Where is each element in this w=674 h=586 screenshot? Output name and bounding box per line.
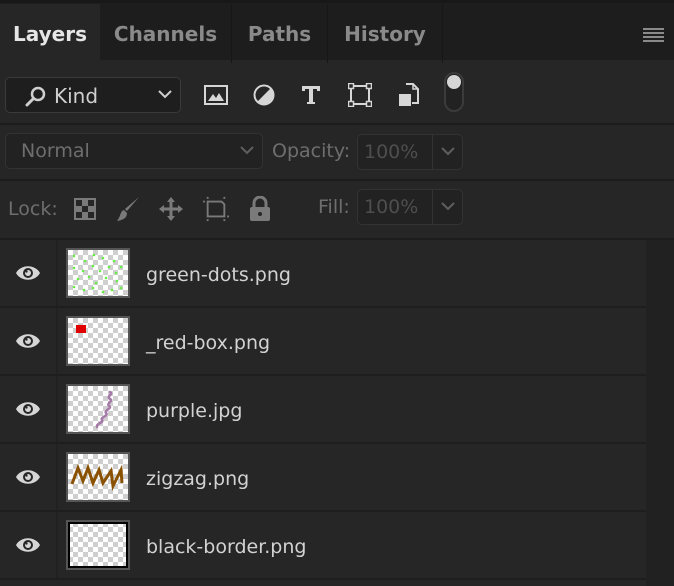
eye-icon bbox=[16, 334, 40, 348]
panel-menu-icon[interactable] bbox=[643, 28, 664, 44]
visibility-toggle[interactable] bbox=[0, 376, 58, 442]
fill-label: Fill: bbox=[318, 196, 350, 218]
lock-position-icon[interactable] bbox=[158, 196, 184, 222]
smart-object-filter-icon[interactable] bbox=[396, 82, 422, 108]
layer-row[interactable]: black-border.png bbox=[0, 512, 646, 580]
filter-kind-select[interactable]: Kind bbox=[5, 77, 181, 113]
eye-icon bbox=[16, 402, 40, 416]
image-filter-icon[interactable] bbox=[203, 82, 229, 108]
opacity-field[interactable]: 100% bbox=[357, 134, 463, 170]
divider bbox=[432, 190, 433, 224]
chevron-down-icon[interactable] bbox=[441, 145, 455, 157]
layers-list: green-dots.png _red-box.png purple.jpg z… bbox=[0, 240, 646, 580]
chevron-down-icon bbox=[240, 146, 254, 155]
lock-artboard-icon[interactable] bbox=[203, 196, 229, 222]
layer-row[interactable]: purple.jpg bbox=[0, 376, 646, 444]
fill-value: 100% bbox=[364, 196, 419, 218]
layer-name[interactable]: purple.jpg bbox=[146, 400, 242, 422]
lock-all-icon[interactable] bbox=[247, 196, 273, 222]
layer-name[interactable]: zigzag.png bbox=[146, 468, 249, 490]
blend-mode-value: Normal bbox=[21, 140, 90, 162]
chevron-down-icon[interactable] bbox=[441, 200, 455, 212]
layer-thumbnail bbox=[66, 520, 130, 570]
tab-paths[interactable]: Paths bbox=[232, 4, 328, 63]
lock-row: Lock: Fill: 100% bbox=[0, 181, 674, 240]
divider bbox=[432, 135, 433, 169]
fill-field[interactable]: 100% bbox=[357, 189, 463, 225]
adjustment-filter-icon[interactable] bbox=[251, 82, 277, 108]
search-icon bbox=[25, 86, 46, 107]
layer-thumbnail bbox=[66, 316, 130, 366]
filter-kind-label: Kind bbox=[54, 84, 99, 108]
blend-mode-select[interactable]: Normal bbox=[5, 133, 263, 169]
layer-name[interactable]: green-dots.png bbox=[146, 264, 291, 286]
visibility-toggle[interactable] bbox=[0, 444, 58, 510]
shape-filter-icon[interactable] bbox=[347, 82, 373, 108]
opacity-value: 100% bbox=[364, 141, 419, 163]
filter-row: Kind bbox=[0, 60, 674, 125]
layer-name[interactable]: _red-box.png bbox=[146, 332, 270, 354]
tab-channels[interactable]: Channels bbox=[100, 4, 232, 63]
visibility-toggle[interactable] bbox=[0, 512, 58, 578]
layer-thumbnail bbox=[66, 248, 130, 298]
visibility-toggle[interactable] bbox=[0, 308, 58, 374]
eye-icon bbox=[16, 266, 40, 280]
lock-label: Lock: bbox=[8, 198, 58, 220]
eye-icon bbox=[16, 470, 40, 484]
tab-history[interactable]: History bbox=[328, 4, 443, 63]
blend-row: Normal Opacity: 100% bbox=[0, 125, 674, 181]
layer-row[interactable]: zigzag.png bbox=[0, 444, 646, 512]
layer-thumbnail bbox=[66, 384, 130, 434]
layer-name[interactable]: black-border.png bbox=[146, 536, 306, 558]
opacity-label: Opacity: bbox=[272, 140, 351, 162]
chevron-down-icon bbox=[158, 90, 172, 99]
tab-layers[interactable]: Layers bbox=[0, 4, 100, 63]
panel-tab-bar: Layers Channels Paths History bbox=[0, 0, 674, 63]
eye-icon bbox=[16, 538, 40, 552]
layers-scrollbar[interactable] bbox=[646, 240, 674, 586]
layer-thumbnail bbox=[66, 452, 130, 502]
type-filter-icon[interactable] bbox=[298, 82, 324, 108]
filter-toggle[interactable] bbox=[444, 72, 464, 112]
visibility-toggle[interactable] bbox=[0, 240, 58, 306]
toggle-knob bbox=[447, 75, 461, 89]
lock-transparency-icon[interactable] bbox=[72, 196, 98, 222]
layer-row[interactable]: _red-box.png bbox=[0, 308, 646, 376]
lock-image-pixels-icon[interactable] bbox=[115, 196, 141, 222]
layer-row[interactable]: green-dots.png bbox=[0, 240, 646, 308]
